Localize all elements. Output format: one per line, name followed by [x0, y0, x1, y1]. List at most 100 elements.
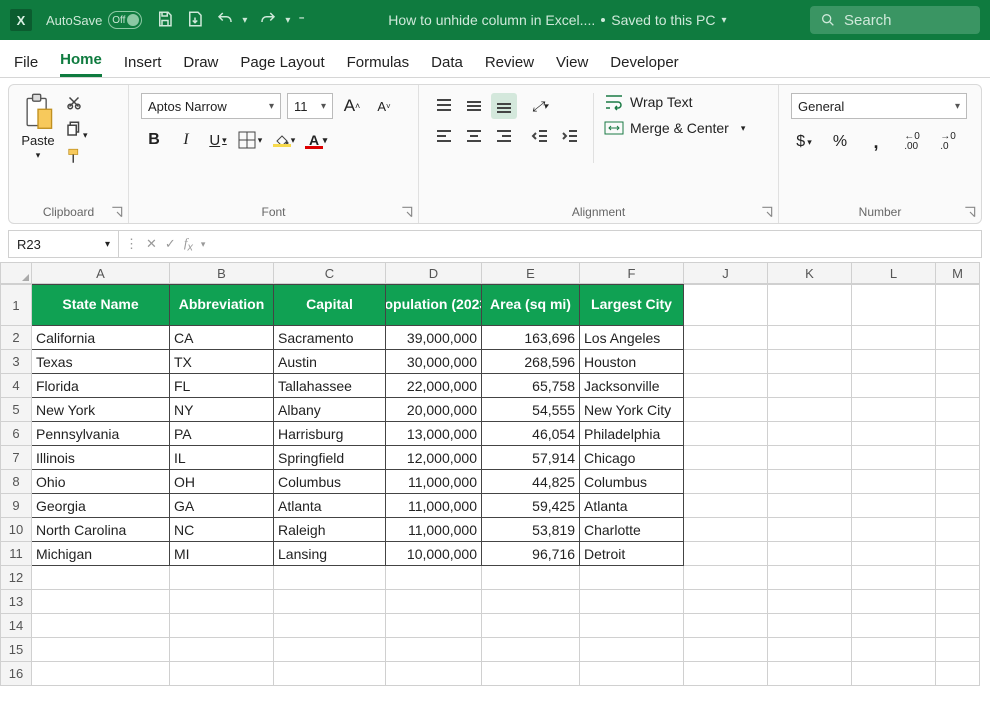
- merge-center-button[interactable]: Merge & Center ▾: [604, 119, 745, 137]
- cell[interactable]: [32, 614, 170, 638]
- cell[interactable]: [274, 566, 386, 590]
- cell[interactable]: [170, 638, 274, 662]
- table-header-cell[interactable]: State Name: [32, 284, 170, 326]
- cell[interactable]: Jacksonville: [580, 374, 684, 398]
- cell[interactable]: [936, 638, 980, 662]
- cell[interactable]: [684, 542, 768, 566]
- increase-decimal-icon[interactable]: ←0.00: [899, 129, 925, 155]
- paste-button[interactable]: Paste ▾: [21, 93, 55, 161]
- cell[interactable]: [852, 542, 936, 566]
- cell[interactable]: [482, 614, 580, 638]
- dialog-launcher-icon[interactable]: [963, 205, 977, 219]
- cell[interactable]: [580, 566, 684, 590]
- row-header[interactable]: 14: [0, 614, 32, 638]
- cell[interactable]: [768, 422, 852, 446]
- column-header[interactable]: J: [684, 262, 768, 284]
- column-header[interactable]: K: [768, 262, 852, 284]
- column-header[interactable]: A: [32, 262, 170, 284]
- cell[interactable]: 20,000,000: [386, 398, 482, 422]
- cell[interactable]: [852, 590, 936, 614]
- cell[interactable]: [274, 662, 386, 686]
- tab-developer[interactable]: Developer: [610, 46, 678, 77]
- cell[interactable]: [768, 614, 852, 638]
- row-header[interactable]: 2: [0, 326, 32, 350]
- cell[interactable]: [684, 494, 768, 518]
- cell[interactable]: [768, 566, 852, 590]
- cell[interactable]: [684, 590, 768, 614]
- cell[interactable]: OH: [170, 470, 274, 494]
- cell[interactable]: NC: [170, 518, 274, 542]
- tab-formulas[interactable]: Formulas: [347, 46, 410, 77]
- search-box[interactable]: Search: [810, 6, 980, 34]
- select-all-button[interactable]: [0, 262, 32, 284]
- cell[interactable]: [684, 614, 768, 638]
- borders-button[interactable]: ▾: [237, 127, 263, 153]
- align-bottom-icon[interactable]: [491, 93, 517, 119]
- cell[interactable]: Detroit: [580, 542, 684, 566]
- cell[interactable]: [768, 494, 852, 518]
- cell[interactable]: [32, 638, 170, 662]
- row-header[interactable]: 15: [0, 638, 32, 662]
- cell[interactable]: [684, 566, 768, 590]
- tab-home[interactable]: Home: [60, 43, 102, 77]
- cell[interactable]: [852, 614, 936, 638]
- cell[interactable]: [580, 614, 684, 638]
- dialog-launcher-icon[interactable]: [110, 205, 124, 219]
- row-header[interactable]: 11: [0, 542, 32, 566]
- cell[interactable]: [386, 590, 482, 614]
- column-header[interactable]: D: [386, 262, 482, 284]
- cell[interactable]: 10,000,000: [386, 542, 482, 566]
- font-color-button[interactable]: A▾: [301, 127, 327, 153]
- wrap-text-button[interactable]: Wrap Text: [604, 93, 745, 111]
- cell[interactable]: 163,696: [482, 326, 580, 350]
- cell[interactable]: [852, 374, 936, 398]
- cell[interactable]: [386, 662, 482, 686]
- cut-icon[interactable]: [65, 93, 88, 114]
- cell[interactable]: [580, 662, 684, 686]
- cell[interactable]: [852, 326, 936, 350]
- row-header[interactable]: 5: [0, 398, 32, 422]
- cell[interactable]: [684, 284, 768, 326]
- tab-draw[interactable]: Draw: [183, 46, 218, 77]
- cell[interactable]: [768, 374, 852, 398]
- cell[interactable]: [936, 398, 980, 422]
- cell[interactable]: [170, 590, 274, 614]
- cell[interactable]: [482, 662, 580, 686]
- cell[interactable]: [936, 518, 980, 542]
- chevron-down-icon[interactable]: ▾: [741, 123, 746, 134]
- cell[interactable]: Ohio: [32, 470, 170, 494]
- cell[interactable]: FL: [170, 374, 274, 398]
- cell[interactable]: [482, 638, 580, 662]
- cell[interactable]: [852, 446, 936, 470]
- cell[interactable]: [170, 614, 274, 638]
- cell[interactable]: 268,596: [482, 350, 580, 374]
- cell[interactable]: [684, 446, 768, 470]
- cell[interactable]: [768, 590, 852, 614]
- cell[interactable]: [684, 326, 768, 350]
- cell[interactable]: [684, 398, 768, 422]
- table-header-cell[interactable]: Abbreviation: [170, 284, 274, 326]
- cell[interactable]: Sacramento: [274, 326, 386, 350]
- autosave-toggle[interactable]: AutoSave Off: [46, 11, 142, 29]
- chevron-down-icon[interactable]: ▾: [201, 239, 206, 250]
- accounting-format-icon[interactable]: $▾: [791, 129, 817, 155]
- cell[interactable]: [936, 326, 980, 350]
- cell[interactable]: [580, 638, 684, 662]
- cell[interactable]: 54,555: [482, 398, 580, 422]
- column-header[interactable]: C: [274, 262, 386, 284]
- cell[interactable]: [386, 566, 482, 590]
- fx-icon[interactable]: fx: [184, 235, 193, 254]
- cell[interactable]: [768, 470, 852, 494]
- cell[interactable]: Florida: [32, 374, 170, 398]
- cell[interactable]: [852, 398, 936, 422]
- cell[interactable]: [32, 590, 170, 614]
- percent-format-icon[interactable]: %: [827, 129, 853, 155]
- row-header[interactable]: 16: [0, 662, 32, 686]
- cell[interactable]: Michigan: [32, 542, 170, 566]
- cell[interactable]: [936, 422, 980, 446]
- table-header-cell[interactable]: Capital: [274, 284, 386, 326]
- cell[interactable]: MI: [170, 542, 274, 566]
- cell[interactable]: 46,054: [482, 422, 580, 446]
- cell[interactable]: Harrisburg: [274, 422, 386, 446]
- cell[interactable]: 57,914: [482, 446, 580, 470]
